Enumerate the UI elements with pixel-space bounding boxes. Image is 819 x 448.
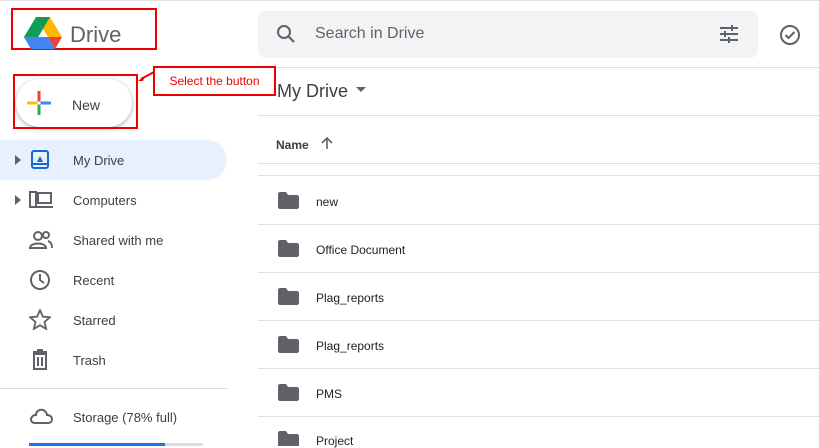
arrow-up-icon[interactable]: [320, 136, 334, 150]
expand-caret-icon[interactable]: [15, 155, 21, 165]
sidebar-item-label[interactable]: Shared with me: [73, 233, 163, 248]
trash-icon: [29, 349, 51, 370]
annotation-box-new: [13, 74, 138, 129]
ready-for-offline-icon[interactable]: [779, 24, 801, 46]
storage-label[interactable]: Storage (78% full): [73, 410, 177, 425]
search-options-icon[interactable]: [719, 25, 739, 43]
sidebar-item-label[interactable]: Starred: [73, 313, 116, 328]
annotation-callout: Select the button: [153, 66, 276, 96]
chevron-down-icon[interactable]: [356, 87, 366, 93]
drive-logo-icon[interactable]: [24, 16, 62, 50]
header-divider: [258, 67, 819, 68]
folder-icon: [278, 384, 299, 401]
folder-icon: [278, 431, 299, 446]
expand-caret-icon[interactable]: [15, 195, 21, 205]
folder-icon: [278, 240, 299, 257]
search-input[interactable]: Search in Drive: [315, 25, 424, 43]
column-header-divider: [258, 163, 819, 164]
sidebar-item-label[interactable]: My Drive: [73, 153, 124, 168]
item-name[interactable]: PMS: [316, 387, 342, 401]
my-drive-icon: [29, 150, 51, 170]
star-icon: [29, 309, 51, 330]
sidebar-item-label[interactable]: Computers: [73, 193, 137, 208]
sidebar-item-label[interactable]: Recent: [73, 273, 114, 288]
item-name[interactable]: Office Document: [316, 243, 405, 257]
list-item[interactable]: [258, 369, 819, 417]
search-icon[interactable]: [276, 24, 296, 44]
shared-icon: [29, 230, 53, 250]
folder-icon: [278, 288, 299, 305]
top-border: [0, 0, 819, 1]
list-top-divider: [258, 175, 819, 176]
computers-icon: [29, 191, 53, 209]
folder-icon: [278, 336, 299, 353]
list-item[interactable]: [258, 177, 819, 225]
item-name[interactable]: Plag_reports: [316, 339, 384, 353]
app-name[interactable]: Drive: [70, 22, 121, 48]
item-name[interactable]: new: [316, 195, 338, 209]
toolbar-divider: [258, 115, 819, 116]
clock-icon: [29, 269, 51, 291]
column-header-name[interactable]: Name: [276, 138, 309, 152]
cloud-icon: [29, 407, 53, 425]
sidebar-item-label[interactable]: Trash: [73, 353, 106, 368]
folder-icon: [278, 192, 299, 209]
breadcrumb[interactable]: My Drive: [277, 81, 348, 102]
item-name[interactable]: Plag_reports: [316, 291, 384, 305]
sidebar-divider: [0, 388, 227, 389]
